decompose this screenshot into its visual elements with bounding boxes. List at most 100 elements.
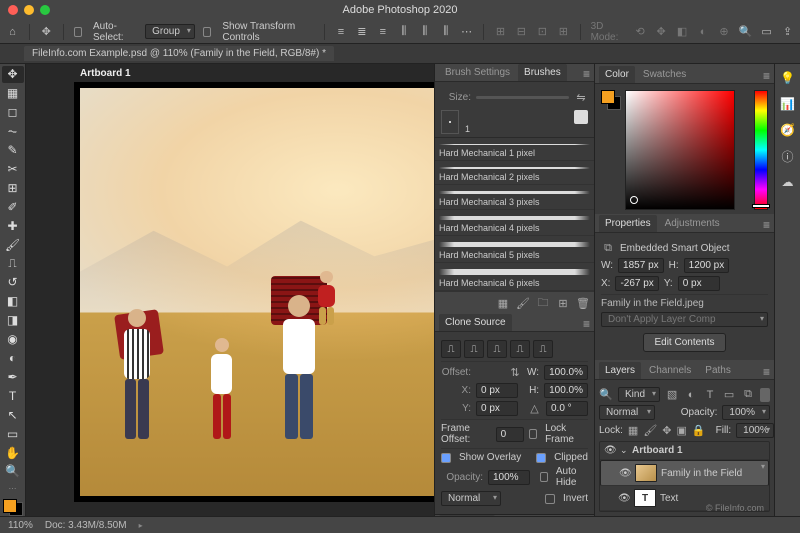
width-field[interactable]: 100.0%: [544, 365, 588, 380]
layer-comp-dropdown[interactable]: Don't Apply Layer Comp: [601, 312, 768, 327]
quick-select-tool[interactable]: ✎: [2, 142, 24, 159]
lock-position-icon[interactable]: ✥: [662, 424, 671, 438]
clone-source-5[interactable]: ⎍: [533, 340, 553, 358]
blur-tool[interactable]: ◉: [2, 331, 24, 348]
doc-size[interactable]: Doc: 3.43M/8.50M: [45, 520, 127, 531]
3d-icon[interactable]: ◧: [676, 24, 689, 40]
lock-artboard-icon[interactable]: ▣: [677, 424, 687, 438]
color-swatch[interactable]: [3, 499, 23, 516]
lock-all-icon[interactable]: 🔒: [692, 424, 706, 438]
filter-toggle[interactable]: [760, 388, 770, 402]
live-tip-icon[interactable]: 🖌: [516, 296, 530, 310]
stamp-tool[interactable]: ⎍: [2, 255, 24, 272]
frame-tool[interactable]: ⊞: [2, 179, 24, 196]
move-tool[interactable]: ✥: [2, 66, 24, 83]
workspace-icon[interactable]: ▭: [760, 24, 773, 40]
info-icon[interactable]: ⓘ: [780, 148, 796, 164]
hue-slider-thumb[interactable]: [752, 204, 770, 208]
artboard-label[interactable]: Artboard 1: [80, 68, 131, 79]
prop-x-field[interactable]: -267 px: [615, 276, 658, 291]
tab-brush-settings[interactable]: Brush Settings: [439, 64, 516, 81]
align-icon[interactable]: ⫼: [418, 24, 431, 40]
align-icon[interactable]: ≡: [376, 24, 389, 40]
marquee-tool[interactable]: ◻: [2, 104, 24, 121]
navigator-icon[interactable]: 🧭: [780, 122, 796, 138]
tab-clone-source[interactable]: Clone Source: [439, 314, 512, 331]
tab-channels[interactable]: Channels: [643, 362, 697, 379]
rotate-icon[interactable]: △: [528, 402, 541, 416]
eyedropper-tool[interactable]: ✐: [2, 198, 24, 215]
clone-source-2[interactable]: ⎍: [464, 340, 484, 358]
filter-adjust-icon[interactable]: ◐: [684, 388, 698, 402]
tab-adjustments[interactable]: Adjustments: [659, 215, 726, 232]
maximize-window-button[interactable]: [40, 5, 50, 15]
clone-source-3[interactable]: ⎍: [487, 340, 507, 358]
filter-kind-dropdown[interactable]: Kind: [618, 387, 660, 402]
brush-item[interactable]: Hard Mechanical 6 pixels: [435, 263, 594, 291]
edit-contents-button[interactable]: Edit Contents: [643, 333, 725, 352]
panel-menu-icon[interactable]: ≡: [583, 317, 590, 331]
artboard-tool[interactable]: ▦: [2, 85, 24, 102]
brush-toggle-icon[interactable]: [574, 110, 588, 124]
opacity-dropdown[interactable]: 100%: [722, 405, 770, 420]
prop-w-field[interactable]: 1857 px: [618, 258, 664, 273]
tab-paths[interactable]: Paths: [699, 362, 737, 379]
pen-tool[interactable]: ✒: [2, 369, 24, 386]
path-tool[interactable]: ↖: [2, 406, 24, 423]
new-brush-icon[interactable]: ⊞: [556, 296, 570, 310]
brush-item[interactable]: Hard Mechanical 4 pixels: [435, 210, 594, 236]
new-folder-icon[interactable]: 🗀: [536, 296, 550, 310]
artboard[interactable]: [74, 82, 434, 502]
filter-pixel-icon[interactable]: ▧: [665, 388, 679, 402]
lock-pixels-icon[interactable]: 🖌: [643, 424, 657, 438]
dodge-tool[interactable]: ◐: [2, 350, 24, 367]
brush-item[interactable]: Hard Mechanical 5 pixels: [435, 236, 594, 263]
libraries-icon[interactable]: ☁: [780, 174, 796, 190]
size-slider[interactable]: [476, 96, 569, 99]
color-field[interactable]: [625, 90, 735, 210]
height-field[interactable]: 100.0%: [544, 383, 588, 398]
distribute-icon[interactable]: ⊟: [515, 24, 528, 40]
tab-layers[interactable]: Layers: [599, 362, 641, 379]
tab-brushes[interactable]: Brushes: [518, 64, 567, 81]
color-swatch-mini[interactable]: [601, 90, 621, 110]
x-field[interactable]: 0 px: [476, 383, 518, 398]
flip-icon[interactable]: ⇋: [574, 90, 588, 104]
overlay-blend-dropdown[interactable]: Normal: [441, 491, 501, 506]
clone-source-4[interactable]: ⎍: [510, 340, 530, 358]
close-window-button[interactable]: [8, 5, 18, 15]
lock-transparent-icon[interactable]: ▦: [628, 424, 638, 438]
tab-color[interactable]: Color: [599, 66, 635, 83]
brush-item[interactable]: Hard Mechanical 2 pixels: [435, 161, 594, 185]
lightbulb-icon[interactable]: 💡: [780, 70, 796, 86]
tab-paragraph[interactable]: Paragraph: [497, 515, 556, 516]
edit-toolbar-icon[interactable]: ⋯: [9, 484, 17, 493]
hue-slider[interactable]: [754, 90, 768, 210]
panel-menu-icon[interactable]: ≡: [763, 69, 770, 83]
delete-icon[interactable]: 🗑: [576, 296, 590, 310]
lock-frame-checkbox[interactable]: [529, 429, 538, 439]
panel-menu-icon[interactable]: ≡: [763, 218, 770, 232]
3d-icon[interactable]: ⊕: [718, 24, 731, 40]
distribute-icon[interactable]: ⊡: [536, 24, 549, 40]
zoom-tool[interactable]: 🔍: [2, 463, 24, 480]
visibility-icon[interactable]: 👁: [619, 468, 631, 479]
document-tab[interactable]: FileInfo.com Example.psd @ 110% (Family …: [24, 46, 334, 61]
3d-orbit-icon[interactable]: ⟲: [634, 24, 647, 40]
twisty-icon[interactable]: ⌄: [620, 445, 628, 456]
auto-select-dropdown[interactable]: Group: [145, 24, 195, 39]
healing-tool[interactable]: ✚: [2, 217, 24, 234]
brush-item[interactable]: Hard Mechanical 1 pixel: [435, 138, 594, 161]
filter-icon[interactable]: 🔍: [599, 388, 613, 402]
brush-list[interactable]: Hard Mechanical 1 pixelHard Mechanical 2…: [435, 137, 594, 291]
preview-toggle-icon[interactable]: ▦: [496, 296, 510, 310]
clone-source-1[interactable]: ⎍: [441, 340, 461, 358]
tab-properties[interactable]: Properties: [599, 215, 657, 232]
align-icon[interactable]: ≡: [334, 24, 347, 40]
history-brush-tool[interactable]: ↺: [2, 274, 24, 291]
zoom-level[interactable]: 110%: [8, 520, 33, 531]
type-tool[interactable]: T: [2, 387, 24, 404]
3d-pan-icon[interactable]: ✥: [655, 24, 668, 40]
layer-artboard-row[interactable]: 👁 ⌄ Artboard 1: [600, 442, 769, 460]
prop-h-field[interactable]: 1200 px: [684, 258, 730, 273]
